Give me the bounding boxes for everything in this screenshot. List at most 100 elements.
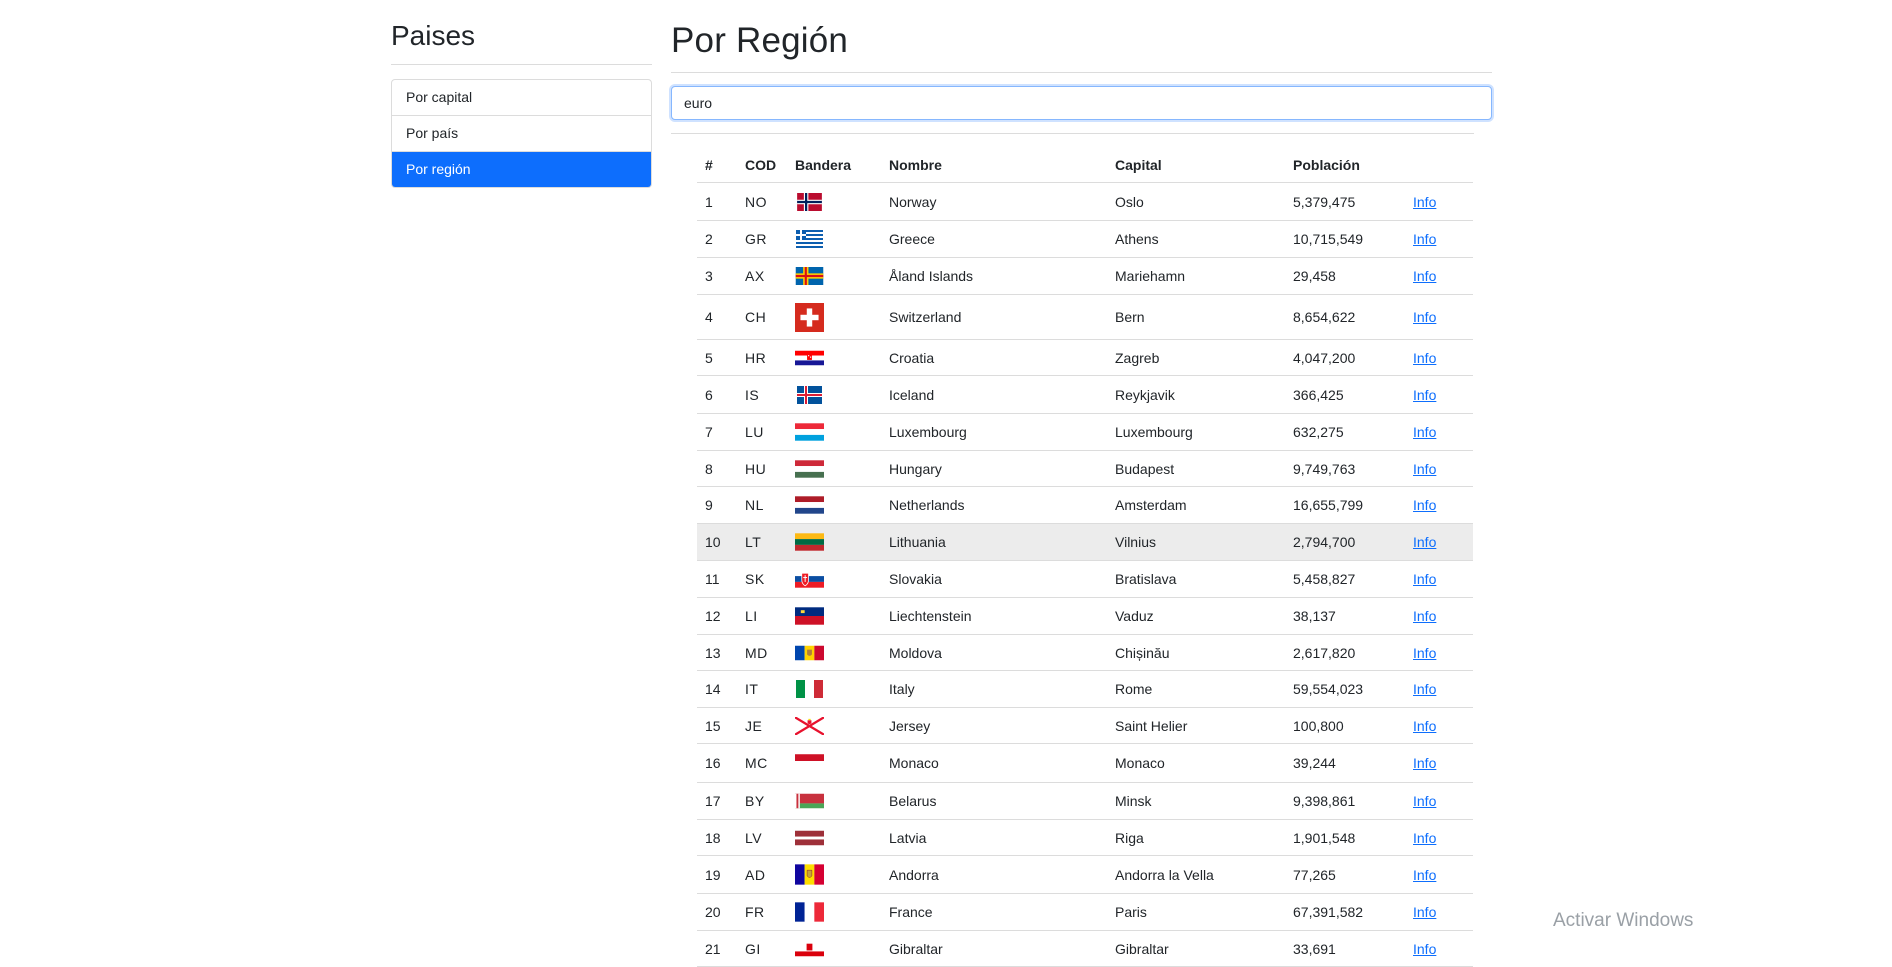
- info-link[interactable]: Info: [1413, 194, 1436, 210]
- info-link[interactable]: Info: [1413, 497, 1436, 513]
- row-number: 19: [697, 855, 737, 894]
- info-link[interactable]: Info: [1413, 904, 1436, 920]
- country-code: SK: [737, 560, 787, 598]
- info-link[interactable]: Info: [1413, 387, 1436, 403]
- country-code: FR: [737, 893, 787, 931]
- country-code: LT: [737, 523, 787, 561]
- country-code: LV: [737, 819, 787, 856]
- page: Paises Por capital Por país Por región P…: [0, 0, 1892, 967]
- country-capital: Bratislava: [1107, 560, 1285, 598]
- country-code: LI: [737, 597, 787, 635]
- country-capital: Saint Helier: [1107, 707, 1285, 744]
- info-link[interactable]: Info: [1413, 718, 1436, 734]
- col-header-actions: [1405, 148, 1473, 183]
- country-code: LU: [737, 413, 787, 451]
- flag-cell: [787, 294, 881, 340]
- flag-aland: [795, 267, 873, 285]
- table-row: 5 HR Croatia Zagreb 4,047,200 Info: [697, 339, 1473, 376]
- info-link[interactable]: Info: [1413, 461, 1436, 477]
- country-population: 100,800: [1285, 707, 1405, 744]
- country-capital: Mariehamn: [1107, 257, 1285, 295]
- row-number: 7: [697, 413, 737, 451]
- country-name: Andorra: [881, 855, 1107, 894]
- info-link[interactable]: Info: [1413, 755, 1436, 771]
- info-link[interactable]: Info: [1413, 608, 1436, 624]
- country-name: Italy: [881, 670, 1107, 708]
- info-cell: Info: [1405, 294, 1473, 340]
- country-code: NL: [737, 486, 787, 524]
- flag-luxembourg: [795, 423, 873, 441]
- country-code: IT: [737, 670, 787, 708]
- row-number: 9: [697, 486, 737, 524]
- table-row: 18 LV Latvia Riga 1,901,548 Info: [697, 819, 1473, 856]
- country-population: 16,655,799: [1285, 486, 1405, 524]
- country-code: CH: [737, 294, 787, 340]
- info-link[interactable]: Info: [1413, 231, 1436, 247]
- flag-cell: [787, 707, 881, 744]
- country-name: Switzerland: [881, 294, 1107, 340]
- row-number: 2: [697, 220, 737, 258]
- country-capital: Reykjavik: [1107, 375, 1285, 414]
- row-number: 5: [697, 339, 737, 376]
- row-number: 4: [697, 294, 737, 340]
- info-link[interactable]: Info: [1413, 309, 1436, 325]
- country-capital: Vaduz: [1107, 597, 1285, 635]
- info-link[interactable]: Info: [1413, 571, 1436, 587]
- row-number: 3: [697, 257, 737, 295]
- info-link[interactable]: Info: [1413, 867, 1436, 883]
- table-row: 21 GI Gibraltar Gibraltar 33,691 Info: [697, 930, 1473, 967]
- flag-cell: [787, 930, 881, 967]
- country-name: Jersey: [881, 707, 1107, 744]
- country-population: 632,275: [1285, 413, 1405, 451]
- country-population: 33,691: [1285, 930, 1405, 967]
- country-code: GI: [737, 930, 787, 967]
- flag-cell: [787, 782, 881, 820]
- table-row: 12 LI Liechtenstein Vaduz 38,137 Info: [697, 597, 1473, 635]
- col-header-number: #: [697, 148, 737, 183]
- info-link[interactable]: Info: [1413, 941, 1436, 957]
- country-name: Hungary: [881, 450, 1107, 487]
- divider: [671, 133, 1474, 134]
- country-code: BY: [737, 782, 787, 820]
- info-cell: Info: [1405, 375, 1473, 414]
- country-capital: Monaco: [1107, 743, 1285, 783]
- country-name: France: [881, 893, 1107, 931]
- info-link[interactable]: Info: [1413, 793, 1436, 809]
- flag-liechtenstein: [795, 607, 873, 625]
- info-link[interactable]: Info: [1413, 534, 1436, 550]
- info-cell: Info: [1405, 707, 1473, 744]
- info-link[interactable]: Info: [1413, 350, 1436, 366]
- country-capital: Amsterdam: [1107, 486, 1285, 524]
- table-row: 2 GR Greece Athens 10,715,549 Info: [697, 220, 1473, 258]
- sidebar-item-por-capital[interactable]: Por capital: [392, 80, 651, 116]
- search-input[interactable]: [671, 86, 1492, 120]
- info-link[interactable]: Info: [1413, 645, 1436, 661]
- info-link[interactable]: Info: [1413, 830, 1436, 846]
- country-population: 59,554,023: [1285, 670, 1405, 708]
- sidebar-item-por-pais[interactable]: Por país: [392, 116, 651, 152]
- country-code: HR: [737, 339, 787, 376]
- table-row: 20 FR France Paris 67,391,582 Info: [697, 893, 1473, 931]
- info-link[interactable]: Info: [1413, 681, 1436, 697]
- flag-cell: [787, 182, 881, 221]
- row-number: 12: [697, 597, 737, 635]
- flag-moldova: [795, 644, 873, 662]
- sidebar-title: Paises: [391, 0, 652, 65]
- flag-cell: [787, 375, 881, 414]
- flag-monaco: [795, 754, 873, 768]
- info-cell: Info: [1405, 782, 1473, 820]
- flag-latvia: [795, 829, 873, 847]
- info-link[interactable]: Info: [1413, 268, 1436, 284]
- sidebar-item-por-region[interactable]: Por región: [392, 152, 651, 187]
- flag-gibraltar: [795, 940, 873, 958]
- country-name: Moldova: [881, 634, 1107, 671]
- info-cell: Info: [1405, 413, 1473, 451]
- country-code: MC: [737, 743, 787, 783]
- flag-cell: [787, 670, 881, 708]
- info-link[interactable]: Info: [1413, 424, 1436, 440]
- country-code: GR: [737, 220, 787, 258]
- info-cell: Info: [1405, 855, 1473, 894]
- row-number: 14: [697, 670, 737, 708]
- country-name: Netherlands: [881, 486, 1107, 524]
- info-cell: Info: [1405, 339, 1473, 376]
